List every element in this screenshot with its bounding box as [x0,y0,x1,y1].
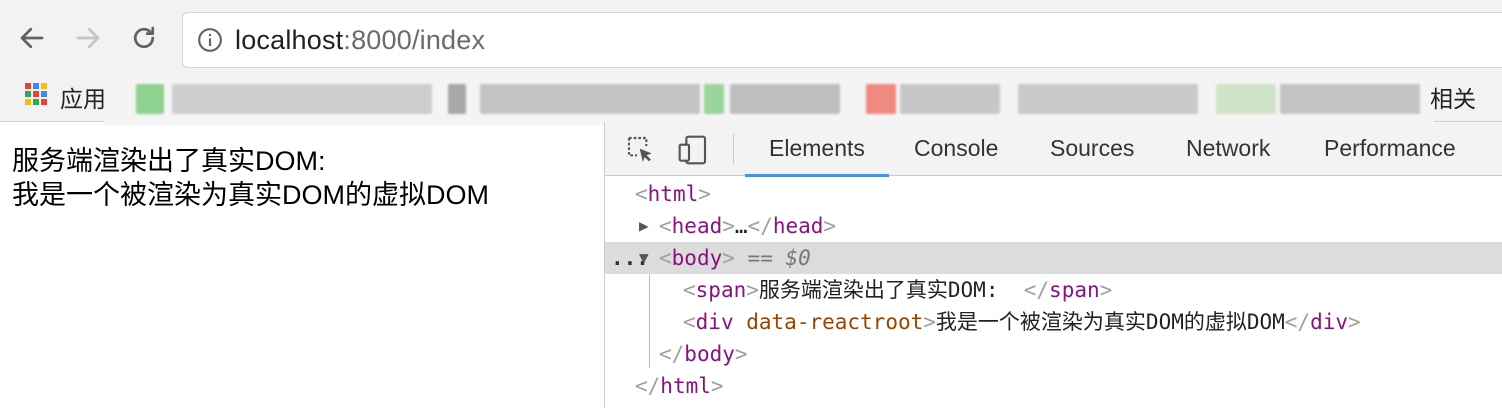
dom-node-html-close[interactable]: </html> [605,370,1502,402]
dom-node-body-selected[interactable]: ... ▼ <body> == $0 [605,242,1502,274]
blurred-bookmark [1018,84,1198,114]
blurred-bookmark [136,84,164,114]
page-content: 服务端渲染出了真实DOM: 我是一个被渲染为真实DOM的虚拟DOM [12,144,602,212]
forward-arrow-icon [76,27,100,49]
collapsed-ellipsis: … [734,214,748,238]
reload-icon [133,26,155,49]
blurred-bookmark [1216,84,1276,114]
tag-name: span [1049,278,1100,302]
blurred-bookmark [172,84,432,114]
tag-name: html [647,182,699,206]
apps-grid-icon[interactable] [24,82,48,106]
expand-triangle-icon[interactable]: ▶ [639,210,649,242]
blurred-bookmark [730,84,840,114]
selected-node-marker: == $0 [747,246,811,270]
forward-button[interactable] [68,18,108,58]
bookmark-apps[interactable]: 应用 [60,80,106,114]
dom-node-head[interactable]: ▶ <head>…</head> [605,210,1502,242]
device-toolbar-icon[interactable] [677,134,709,166]
bookmark-related[interactable]: 相关 [1430,80,1476,114]
dom-node-span[interactable]: <span>服务端渲染出了真实DOM: </span> [605,274,1502,306]
back-button[interactable] [12,18,52,58]
back-arrow-icon [20,27,44,49]
info-icon[interactable] [197,27,223,53]
address-bar[interactable]: localhost:8000/index [182,12,1502,68]
inspect-element-icon[interactable] [625,134,657,166]
tab-performance[interactable]: Performance [1324,122,1456,176]
tag-name: div [695,310,734,334]
tree-guide-line [649,274,650,368]
tag-name: body [671,246,723,270]
blurred-bookmark [866,84,896,114]
dom-node-div[interactable]: <div data-reactroot>我是一个被渲染为真实DOM的虚拟DOM<… [605,306,1502,338]
devtools-panel: Elements Console Sources Network Perform… [604,122,1502,408]
devtools-tab-bar: Elements Console Sources Network Perform… [605,122,1502,177]
dom-node-body-close[interactable]: </body> [605,338,1502,370]
server-rendered-text: 服务端渲染出了真实DOM: [12,146,326,176]
blurred-bookmark [448,84,466,114]
attribute-name: data-reactroot [746,310,924,334]
blurred-bookmark [480,84,700,114]
dom-node-html-open[interactable]: <html> [605,178,1502,210]
tab-network[interactable]: Network [1186,122,1270,176]
tab-console[interactable]: Console [914,122,998,176]
tag-name: div [1310,310,1349,334]
url-path: :8000/index [343,24,486,55]
url-text[interactable]: localhost:8000/index [235,25,485,56]
span-text-content: 服务端渲染出了真实DOM: [758,278,1024,302]
toolbar-separator [733,134,734,164]
tag-name: head [772,214,824,238]
tab-sources[interactable]: Sources [1050,122,1134,176]
blurred-bookmark [900,84,1000,114]
blurred-bookmark [1280,84,1420,114]
blurred-bookmark [704,84,724,114]
reload-button[interactable] [124,18,164,58]
tab-elements[interactable]: Elements [745,122,889,177]
browser-toolbar: localhost:8000/index [0,0,1502,78]
tag-name: html [660,374,711,398]
tag-name: head [671,214,723,238]
div-text-content: 我是一个被渲染为真实DOM的虚拟DOM [935,310,1285,334]
tag-name: body [684,342,735,366]
tag-name: span [695,278,747,302]
virtual-dom-text: 我是一个被渲染为真实DOM的虚拟DOM [12,180,489,210]
url-host: localhost [235,24,344,55]
collapse-triangle-icon[interactable]: ▼ [639,242,649,274]
